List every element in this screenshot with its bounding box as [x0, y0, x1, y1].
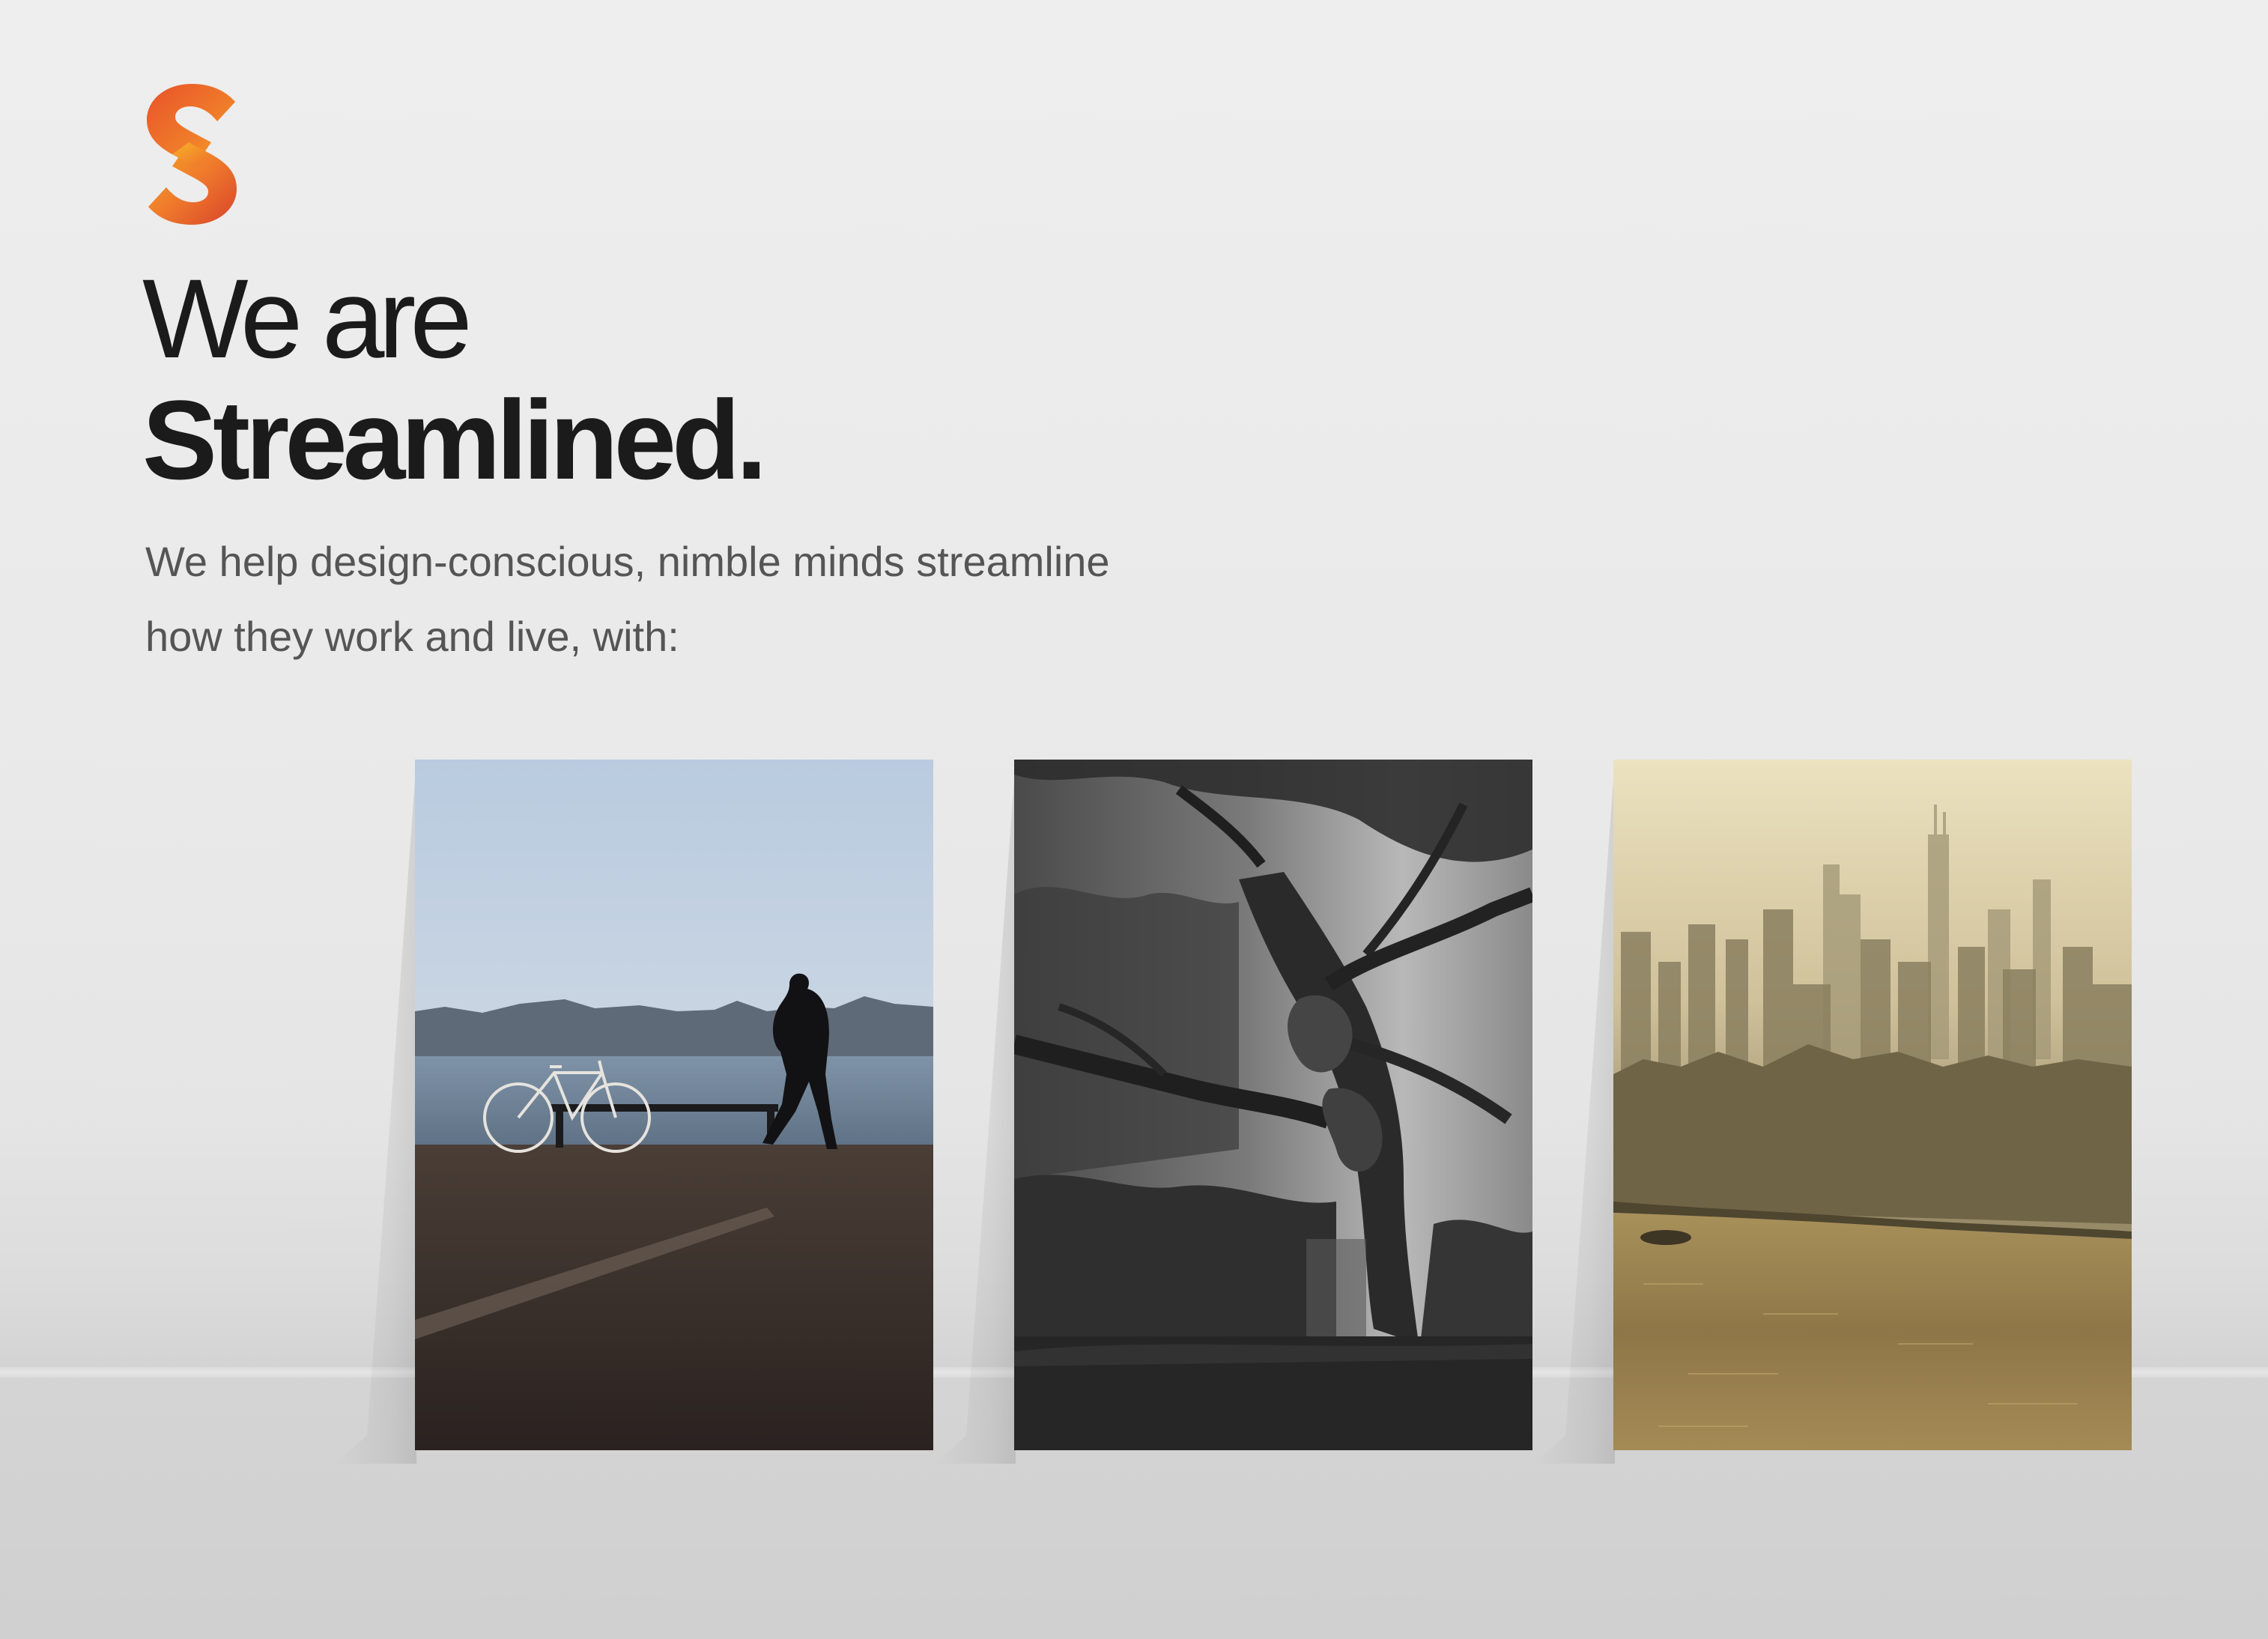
photo-hazy-city-skyline[interactable]	[1613, 760, 2132, 1450]
subtitle-line-1: We help design-conscious, nimble minds s…	[145, 538, 1110, 585]
photo-seaside-bicycle[interactable]	[415, 760, 933, 1450]
photo-shadow	[334, 760, 416, 1464]
photo-shadow	[1532, 760, 1615, 1464]
subtitle-line-2: how they work and live, with:	[145, 613, 679, 660]
hero-subtitle: We help design-conscious, nimble minds s…	[145, 524, 1344, 674]
headline-bold: Streamlined.	[142, 377, 767, 503]
photo-shadow	[933, 760, 1016, 1464]
hazy-city-skyline-image	[1613, 760, 2132, 1450]
foggy-tree-image	[1014, 760, 1532, 1450]
photo-foggy-tree[interactable]	[1014, 760, 1532, 1450]
logo-s-icon	[147, 84, 237, 225]
streamlined-logo-icon[interactable]	[142, 81, 241, 228]
seaside-bicycle-image	[415, 760, 933, 1450]
headline-light: We are	[142, 255, 473, 381]
